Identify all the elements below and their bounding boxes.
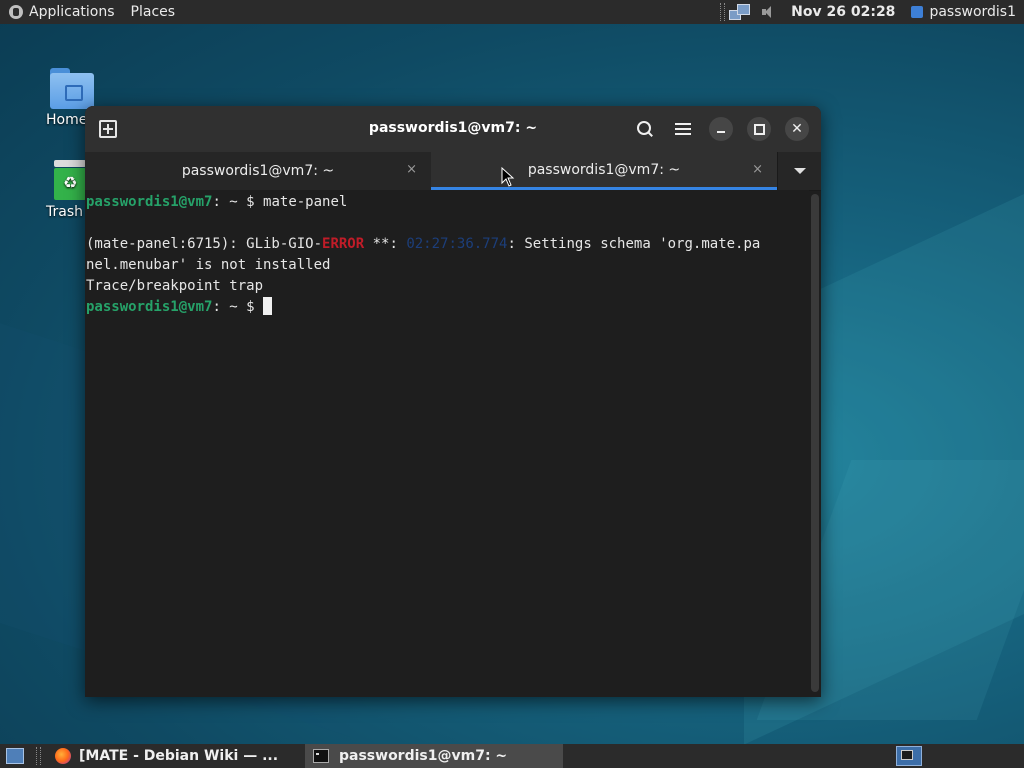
menu-button[interactable] — [669, 115, 697, 143]
text-cursor — [263, 297, 273, 315]
terminal-output[interactable]: passwordis1@vm7: ~ $ mate-panel (mate-pa… — [85, 190, 809, 697]
close-button[interactable]: ✕ — [783, 115, 811, 143]
volume-icon[interactable] — [761, 5, 777, 19]
mouse-pointer-icon — [501, 167, 515, 187]
headerbar[interactable]: passwordis1@vm7: ~ ✕ — [85, 106, 821, 152]
user-menu[interactable]: passwordis1 — [929, 4, 1016, 20]
terminal-icon — [313, 749, 329, 763]
terminal-window: passwordis1@vm7: ~ ✕ passwordis1@vm7: ~ … — [85, 106, 821, 697]
task-label: [MATE - Debian Wiki — ... — [79, 748, 279, 764]
mate-menu-icon[interactable] — [9, 5, 23, 19]
task-label: passwordis1@vm7: ~ — [339, 748, 508, 764]
applications-menu[interactable]: Applications — [29, 4, 123, 20]
panel-handle — [720, 3, 726, 21]
error-prefix: (mate-panel:6715): GLib-GIO- — [86, 236, 323, 252]
tab-2[interactable]: passwordis1@vm7: ~ × — [431, 152, 777, 190]
clock[interactable]: Nov 26 02:28 — [791, 4, 895, 20]
close-icon: ✕ — [791, 121, 803, 137]
bottom-panel: [MATE - Debian Wiki — ... passwordis1@vm… — [0, 744, 1024, 768]
tab-close-icon[interactable]: × — [406, 162, 417, 177]
maximize-icon — [753, 123, 765, 135]
maximize-button[interactable] — [745, 115, 773, 143]
tab-label: passwordis1@vm7: ~ — [527, 161, 681, 178]
tab-label: passwordis1@vm7: ~ — [181, 163, 335, 179]
firefox-icon — [55, 748, 71, 764]
command-text: mate-panel — [263, 194, 348, 210]
error-message-1: : Settings schema 'org.mate.pa — [507, 236, 761, 252]
terminal-scrollbar[interactable] — [811, 194, 819, 692]
panel-handle — [36, 747, 41, 765]
minimize-button[interactable] — [707, 115, 735, 143]
workspace-switcher[interactable] — [896, 746, 922, 766]
taskbar-item-terminal[interactable]: passwordis1@vm7: ~ — [305, 744, 563, 768]
tab-list-dropdown[interactable] — [777, 152, 821, 190]
prompt-sep: : — [212, 299, 221, 315]
error-message-2: nel.menubar' is not installed — [86, 257, 331, 273]
error-timestamp: 02:27:36.774 — [406, 236, 508, 252]
prompt-path: ~ $ — [220, 299, 264, 315]
prompt-path: ~ $ — [220, 194, 264, 210]
places-menu[interactable]: Places — [131, 4, 184, 20]
minimize-icon — [717, 131, 725, 133]
prompt-sep: : — [212, 194, 221, 210]
prompt-user: passwordis1@vm7 — [86, 194, 213, 210]
tab-close-icon[interactable]: × — [752, 162, 763, 177]
search-icon — [636, 120, 654, 138]
user-icon — [911, 6, 924, 18]
tab-bar: passwordis1@vm7: ~ × passwordis1@vm7: ~ … — [85, 152, 821, 191]
taskbar-item-firefox[interactable]: [MATE - Debian Wiki — ... — [47, 744, 303, 768]
trace-line: Trace/breakpoint trap — [86, 278, 264, 294]
chevron-down-icon — [793, 168, 806, 174]
home-folder-icon — [50, 66, 94, 110]
trash-icon: ♻ — [54, 160, 86, 202]
network-icon[interactable] — [729, 4, 751, 20]
hamburger-menu-icon — [675, 123, 691, 135]
show-desktop-icon[interactable] — [6, 748, 24, 764]
error-stars: **: — [364, 236, 407, 252]
top-panel: Applications Places Nov 26 02:28 passwor… — [0, 0, 1024, 24]
error-word: ERROR — [322, 236, 365, 252]
tab-1[interactable]: passwordis1@vm7: ~ × — [85, 152, 431, 190]
prompt-user: passwordis1@vm7 — [86, 299, 213, 315]
search-button[interactable] — [631, 115, 659, 143]
